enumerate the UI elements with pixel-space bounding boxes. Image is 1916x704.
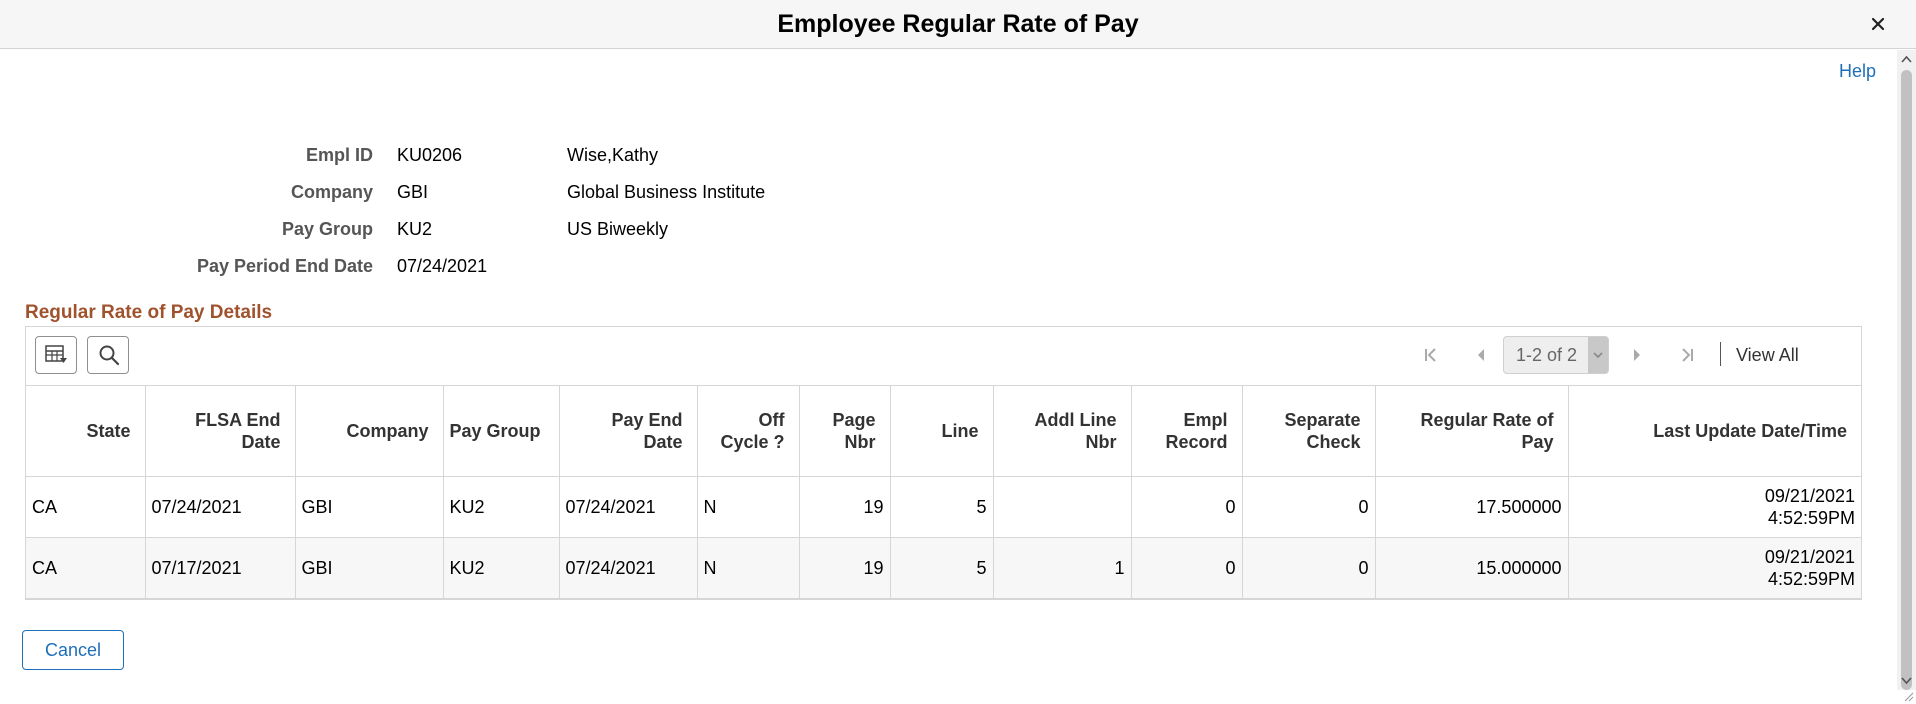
- cell-pay-end-date: 07/24/2021: [559, 537, 698, 599]
- cell-state: CA: [26, 537, 146, 599]
- cell-empl-record: 0: [1131, 537, 1243, 599]
- info-value: KU2: [397, 219, 433, 239]
- cell-pay-group: KU2: [443, 537, 560, 599]
- previous-page-icon[interactable]: [1471, 345, 1491, 365]
- cell-pay-end-date: 07/24/2021: [559, 476, 698, 538]
- cell-off-cycle: N: [697, 537, 800, 599]
- info-label: Company: [290, 182, 373, 202]
- search-icon: [99, 345, 120, 366]
- cell-regular-rate: 17.500000: [1375, 476, 1569, 538]
- cell-company: GBI: [295, 537, 444, 599]
- info-description: Wise,Kathy: [567, 145, 659, 165]
- vertical-scrollbar[interactable]: [1897, 50, 1916, 690]
- cell-pay-group: KU2: [443, 476, 560, 538]
- info-row-empl-id: Empl ID KU0206 Wise,Kathy: [0, 140, 900, 170]
- cell-page-nbr: 19: [799, 476, 891, 538]
- pager-separator: [1720, 342, 1721, 366]
- cell-flsa-end-date: 07/17/2021: [145, 537, 296, 599]
- column-header-addl-line-nbr[interactable]: Addl Line Nbr: [993, 385, 1132, 477]
- cell-separate-check: 0: [1242, 537, 1376, 599]
- info-row-pay-group: Pay Group KU2 US Biweekly: [0, 214, 900, 244]
- rate-of-pay-grid: 1-2 of 2 View All State FLSA End Date Co…: [25, 326, 1862, 600]
- scrollbar-thumb[interactable]: [1901, 70, 1912, 690]
- scroll-up-icon[interactable]: [1901, 54, 1912, 66]
- section-title: Regular Rate of Pay Details: [25, 302, 273, 323]
- info-label: Empl ID: [305, 145, 373, 165]
- cell-addl-line-nbr: 1: [993, 537, 1132, 599]
- cell-empl-record: 0: [1131, 476, 1243, 538]
- page-range-select[interactable]: 1-2 of 2: [1503, 336, 1609, 374]
- cell-flsa-end-date: 07/24/2021: [145, 476, 296, 538]
- cell-page-nbr: 19: [799, 537, 891, 599]
- modal-titlebar: Employee Regular Rate of Pay: [0, 0, 1916, 49]
- grid-toolbar: 1-2 of 2 View All: [26, 327, 1861, 385]
- column-header-pay-group[interactable]: Pay Group: [443, 385, 560, 477]
- cell-company: GBI: [295, 476, 444, 538]
- grid-settings-icon: [45, 345, 67, 363]
- page-range-value: 1-2 of 2: [1516, 345, 1578, 365]
- table-row: CA 07/24/2021 GBI KU2 07/24/2021 N 19 5 …: [26, 476, 1861, 538]
- info-row-pay-period-end-date: Pay Period End Date 07/24/2021: [0, 251, 900, 281]
- column-header-line[interactable]: Line: [890, 385, 994, 477]
- info-description: Global Business Institute: [567, 182, 766, 202]
- table-header-row: State FLSA End Date Company Pay Group Pay…: [26, 385, 1861, 477]
- last-update-date: 09/21/2021: [1764, 547, 1855, 567]
- info-label: Pay Group: [281, 219, 373, 239]
- info-row-company: Company GBI Global Business Institute: [0, 177, 900, 207]
- cell-state: CA: [26, 476, 146, 538]
- column-header-regular-rate[interactable]: Regular Rate of Pay: [1375, 385, 1569, 477]
- last-update-time: 4:52:59PM: [1767, 508, 1855, 528]
- column-header-off-cycle[interactable]: Off Cycle ?: [697, 385, 800, 477]
- cell-line: 5: [890, 537, 994, 599]
- cell-last-update: 09/21/2021 4:52:59PM: [1568, 476, 1861, 538]
- last-update-time: 4:52:59PM: [1767, 569, 1855, 589]
- chevron-down-icon: [1588, 337, 1608, 373]
- cell-separate-check: 0: [1242, 476, 1376, 538]
- grid-pager: 1-2 of 2 View All: [1421, 336, 1861, 374]
- column-header-last-update[interactable]: Last Update Date/Time: [1568, 385, 1861, 477]
- cell-off-cycle: N: [697, 476, 800, 538]
- first-page-icon[interactable]: [1421, 345, 1441, 365]
- last-update-date: 09/21/2021: [1764, 486, 1855, 506]
- last-page-icon[interactable]: [1677, 345, 1697, 365]
- info-description: US Biweekly: [567, 219, 669, 239]
- cell-line: 5: [890, 476, 994, 538]
- info-value: 07/24/2021: [397, 256, 488, 276]
- cell-addl-line-nbr: [993, 476, 1132, 538]
- cell-last-update: 09/21/2021 4:52:59PM: [1568, 537, 1861, 599]
- resize-grip-icon[interactable]: [1902, 690, 1914, 702]
- scroll-down-icon[interactable]: [1901, 674, 1912, 686]
- help-link[interactable]: Help: [1839, 61, 1876, 82]
- info-value: KU0206: [397, 145, 463, 165]
- column-header-pay-end-date[interactable]: Pay End Date: [559, 385, 698, 477]
- modal-title: Employee Regular Rate of Pay: [777, 10, 1139, 38]
- column-header-separate-check[interactable]: Separate Check: [1242, 385, 1376, 477]
- personalize-grid-button[interactable]: [35, 336, 77, 374]
- cell-regular-rate: 15.000000: [1375, 537, 1569, 599]
- info-label: Pay Period End Date: [196, 256, 373, 276]
- find-button[interactable]: [87, 336, 129, 374]
- column-header-company[interactable]: Company: [295, 385, 444, 477]
- column-header-empl-record[interactable]: Empl Record: [1131, 385, 1243, 477]
- close-icon[interactable]: [1864, 10, 1892, 38]
- rate-of-pay-table: State FLSA End Date Company Pay Group Pay…: [26, 385, 1861, 599]
- column-header-flsa-end-date[interactable]: FLSA End Date: [145, 385, 296, 477]
- info-value: GBI: [397, 182, 429, 202]
- view-all-link[interactable]: View All: [1736, 336, 1799, 374]
- next-page-icon[interactable]: [1627, 345, 1647, 365]
- column-header-page-nbr[interactable]: Page Nbr: [799, 385, 891, 477]
- cancel-button[interactable]: Cancel: [22, 630, 124, 670]
- table-row: CA 07/17/2021 GBI KU2 07/24/2021 N 19 5 …: [26, 537, 1861, 599]
- column-header-state[interactable]: State: [26, 385, 146, 477]
